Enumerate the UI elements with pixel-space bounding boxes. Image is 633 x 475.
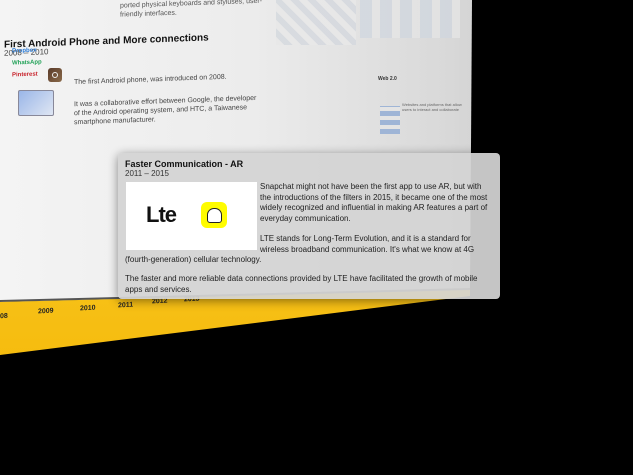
whatsapp-logo: WhatsApp [12,59,42,67]
card-paragraph: Snapchat might not have been the first a… [260,182,488,223]
card-paragraph: The faster and more reliable data connec… [125,274,478,294]
card-title: Faster Communication - AR [125,159,244,169]
android-phone-image [18,90,54,116]
background-mini-text: Websites and platforms that allow users … [402,102,462,112]
dropbox-logo: Dropbox [12,47,37,55]
card-image: Lte [126,182,257,250]
timeline-year[interactable]: 2011 [118,302,133,310]
instagram-icon [48,68,62,82]
card-paragraph-continued: (fourth-generation) cellular technology. [125,255,262,264]
timeline-year[interactable]: 2009 [38,308,54,316]
card-years: 2011 – 2015 [125,169,169,178]
background-illustration [276,0,356,45]
snapchat-icon [201,202,227,228]
background-mini-image [380,106,400,134]
pinterest-logo: Pinterest [12,71,38,79]
timeline-viewport[interactable]: 08 2009 2010 2011 2012 2013 ported physi… [0,0,633,475]
event-detail-card[interactable]: Faster Communication - AR 2011 – 2015 Lt… [118,153,500,299]
card-paragraph: LTE stands for Long-Term Evolution, and … [260,234,475,254]
background-mini-title: Web 2.0 [378,76,397,82]
background-icon-strip [360,0,460,38]
timeline-year[interactable]: 08 [0,313,8,320]
lte-logo: Lte [146,202,177,227]
timeline-year[interactable]: 2010 [80,305,96,313]
